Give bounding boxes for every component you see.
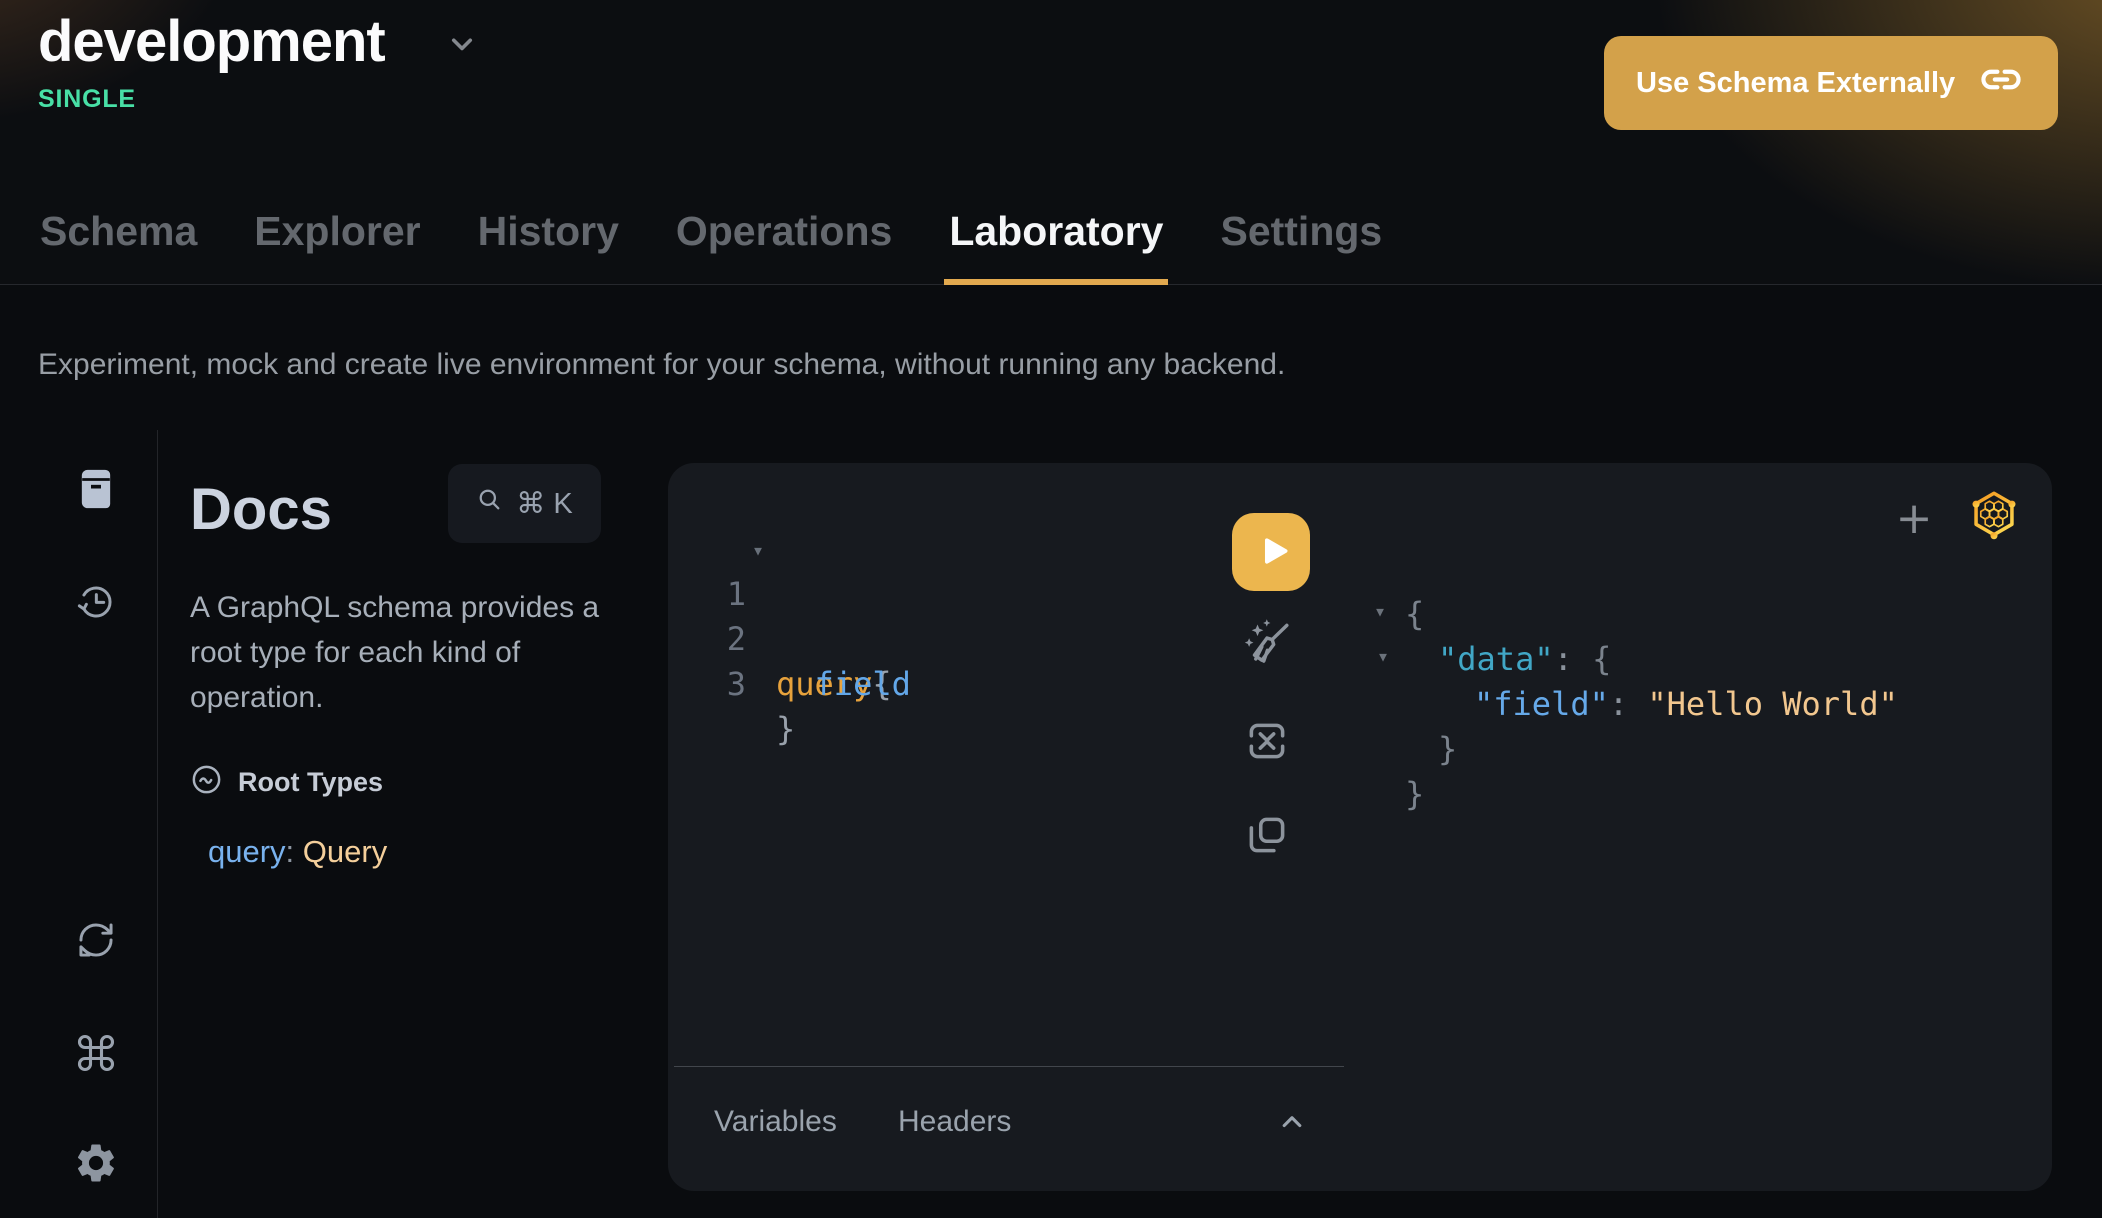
merge-icon [1242,716,1292,769]
chevron-up-icon[interactable] [1274,1105,1310,1141]
root-types-heading: Root Types [190,763,383,801]
page-title: development [38,8,385,75]
tab-explorer[interactable]: Explorer [252,178,422,285]
search-icon [476,486,503,521]
sidebar-item-reload-schema[interactable] [68,913,124,969]
use-schema-externally-label: Use Schema Externally [1636,67,1955,100]
tab-schema[interactable]: Schema [38,178,199,285]
collapse-triangle-icon[interactable]: ▾ [1374,589,1386,634]
tab-headers[interactable]: Headers [898,1101,1011,1143]
editor-line: 3 } [668,617,1328,662]
response-line: { [1405,592,1424,637]
hive-logo[interactable] [1969,487,2019,543]
sidebar-item-settings[interactable] [68,1136,124,1192]
root-type-type: Query [303,834,387,869]
play-icon [1250,532,1293,573]
prettify-button[interactable] [1236,613,1298,675]
tab-label: Settings [1220,208,1382,255]
prettify-broom-icon [1239,615,1295,674]
graphiql-panel: 1 ▾ query{ 2 field 3 } [668,463,2052,1191]
response-line: } [1405,772,1424,817]
use-schema-externally-button[interactable]: Use Schema Externally [1604,36,2058,130]
book-icon [76,467,116,514]
editor-line: 1 ▾ query{ [668,527,1328,572]
docs-panel-title: Docs [190,476,332,543]
status-badge: SINGLE [38,85,136,114]
fold-triangle-icon[interactable]: ▾ [752,528,764,573]
copy-icon [1242,810,1292,863]
editor-line: 2 field [668,572,1328,617]
docs-search-button[interactable]: ⌘ K [448,464,601,543]
collapse-triangle-icon[interactable]: ▾ [1377,634,1389,679]
tab-variables[interactable]: Variables [714,1101,837,1143]
merge-fragments-button[interactable] [1240,715,1294,769]
response-line: "data": { [1438,637,1611,682]
history-clock-icon [75,581,117,626]
tab-laboratory[interactable]: Laboratory [947,178,1165,285]
line-number: 3 [712,662,746,707]
editor-footer-divider [674,1066,1344,1067]
sidebar-item-docs[interactable] [68,462,124,518]
tab-operations[interactable]: Operations [674,178,894,285]
code-text: } [776,707,795,752]
refresh-icon [75,919,117,964]
sidebar-item-shortcuts[interactable] [68,1026,124,1082]
root-types-label: Root Types [238,767,383,798]
docs-description: A GraphQL schema provides a root type fo… [190,585,638,720]
root-type-query-link[interactable]: query: Query [208,834,387,870]
response-line: } [1438,727,1457,772]
tab-label: Explorer [254,208,420,255]
page-description: Experiment, mock and create live environ… [38,348,1285,382]
execute-query-button[interactable] [1232,513,1310,591]
circle-wave-icon [190,763,223,801]
copy-query-button[interactable] [1240,809,1294,863]
laboratory-page: development SINGLE Use Schema Externally… [0,0,2102,1218]
tab-underline [944,279,1168,285]
chevron-down-icon[interactable] [444,26,480,62]
add-tab-button[interactable]: + [1892,497,1936,541]
main-tab-bar: Schema Explorer History Operations Labor… [38,178,1384,285]
root-type-colon: : [286,834,303,869]
sidebar-item-history[interactable] [68,575,124,631]
command-icon [74,1031,118,1078]
sidebar-divider [157,430,158,1218]
link-icon [1978,64,2024,103]
tab-settings[interactable]: Settings [1218,178,1384,285]
root-type-field: query [208,834,286,869]
page-header: development SINGLE Use Schema Externally… [0,0,2102,285]
tab-label: History [478,208,619,255]
gear-icon [73,1140,119,1189]
response-line: "field": "Hello World" [1474,682,1898,727]
tab-label: Laboratory [949,208,1163,255]
tab-label: Operations [676,208,892,255]
tab-history[interactable]: History [476,178,621,285]
search-shortcut-label: ⌘ K [516,486,572,521]
tab-label: Schema [40,208,197,255]
